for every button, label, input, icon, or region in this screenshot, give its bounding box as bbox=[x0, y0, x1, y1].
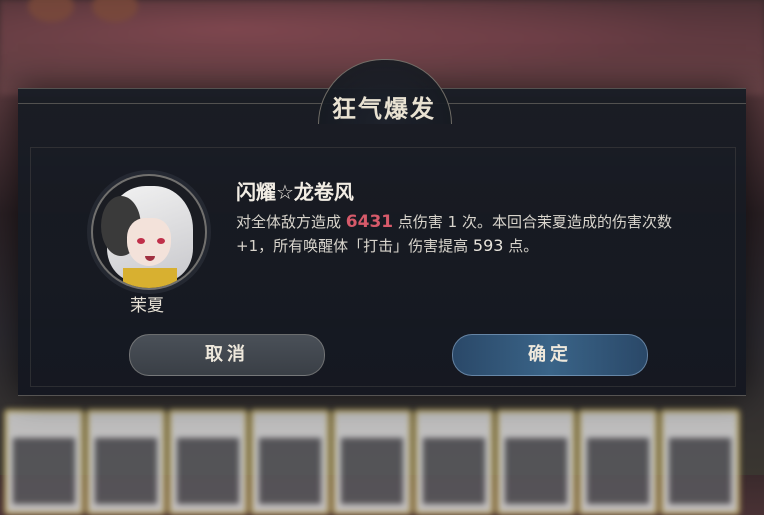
bonus-value: 593 bbox=[472, 236, 504, 255]
character-name: 茉夏 bbox=[130, 296, 164, 316]
hand-card bbox=[168, 409, 248, 515]
confirm-button[interactable]: 确定 bbox=[452, 334, 648, 376]
hand-card bbox=[250, 409, 330, 515]
hand-card bbox=[660, 409, 740, 515]
character-avatar bbox=[91, 174, 207, 290]
hand-card bbox=[4, 409, 84, 515]
hand-card bbox=[578, 409, 658, 515]
skill-description: 对全体敌方造成 6431 点伤害 1 次。本回合茉夏造成的伤害次数 +1，所有唤… bbox=[236, 212, 672, 255]
hand-card bbox=[496, 409, 576, 515]
hand-card bbox=[86, 409, 166, 515]
confirm-label: 确定 bbox=[528, 344, 572, 365]
skill-name: 闪耀☆龙卷风 bbox=[236, 180, 354, 204]
dialog-title: 狂气爆发 bbox=[332, 94, 436, 123]
burst-dialog: 狂气爆发 茉夏 闪耀☆龙卷风 对全体敌方造成 6431 点伤害 1 次。本回合茉… bbox=[18, 59, 746, 396]
cancel-button[interactable]: 取消 bbox=[129, 334, 325, 376]
hand-card bbox=[332, 409, 412, 515]
hand-card bbox=[414, 409, 494, 515]
damage-value: 6431 bbox=[345, 212, 394, 232]
title-badge: 狂气爆发 bbox=[318, 59, 452, 124]
cancel-label: 取消 bbox=[205, 344, 249, 365]
